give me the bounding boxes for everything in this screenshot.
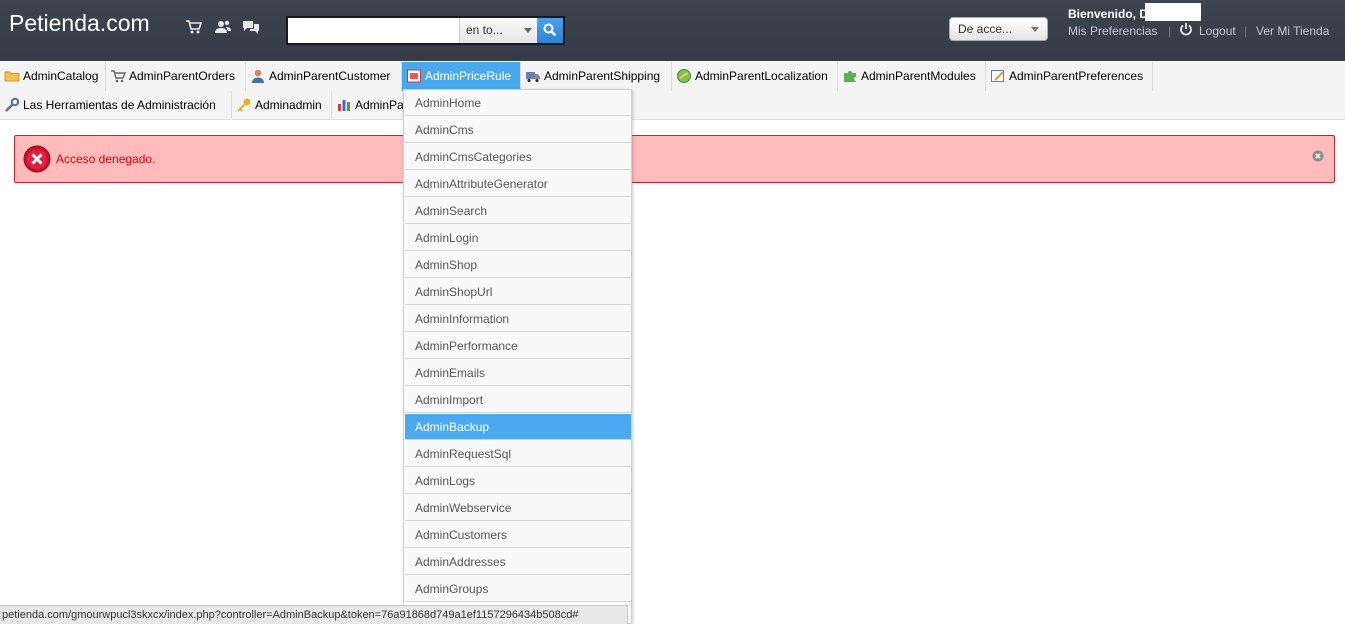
preferences-icon xyxy=(990,68,1006,84)
truck-icon xyxy=(525,68,541,84)
customer-icon xyxy=(250,68,266,84)
price-rule-icon xyxy=(406,68,422,84)
redacted-username xyxy=(1145,3,1201,21)
submenu-item[interactable]: AdminInformation xyxy=(405,306,631,332)
search-input[interactable] xyxy=(288,18,458,43)
error-icon xyxy=(23,145,51,173)
folder-icon xyxy=(4,68,20,84)
view-shop-link[interactable]: Ver Mi Tienda xyxy=(1256,24,1329,38)
submenu-item[interactable]: AdminCustomers xyxy=(405,522,631,548)
submenu-item[interactable]: AdminShopUrl xyxy=(405,279,631,305)
search-icon xyxy=(543,23,557,37)
tab-label: AdminPriceRule xyxy=(425,69,512,83)
submenu-item[interactable]: AdminCms xyxy=(405,117,631,143)
submenu-item[interactable]: AdminWebservice xyxy=(405,495,631,521)
separator: | xyxy=(1168,24,1172,38)
quick-access-select[interactable]: De acce... xyxy=(949,17,1048,41)
submenu-item[interactable]: AdminRequestSql xyxy=(405,441,631,467)
submenu-item[interactable]: AdminBackup xyxy=(405,414,631,440)
search-scope-label: en to... xyxy=(466,23,503,37)
submenu-item[interactable]: AdminHome xyxy=(405,90,631,116)
tab-label: AdminParentOrders xyxy=(129,69,236,83)
tab-label: AdminParentLocalization xyxy=(695,69,828,83)
tab-admin-parent-stats[interactable]: AdminPa xyxy=(332,91,404,120)
tab-admin-catalog[interactable]: AdminCatalog xyxy=(0,62,106,91)
puzzle-icon xyxy=(842,68,858,84)
tab-admin-parent-preferences[interactable]: AdminParentPreferences xyxy=(986,62,1153,91)
key-icon xyxy=(236,97,252,113)
submenu-item[interactable]: AdminAddresses xyxy=(405,549,631,575)
tab-label: AdminParentModules xyxy=(861,69,976,83)
cart-icon[interactable] xyxy=(185,18,203,36)
submenu-item[interactable]: AdminSearch xyxy=(405,198,631,224)
users-icon[interactable] xyxy=(214,18,232,36)
tab-herramientas-administracion[interactable]: Las Herramientas de Administración xyxy=(0,91,232,120)
tab-label: AdminParentCustomer xyxy=(269,69,391,83)
logout-link[interactable]: Logout xyxy=(1199,24,1236,38)
shop-name-logo[interactable]: Petienda.com xyxy=(9,10,150,37)
main-menu-tabs: AdminCatalog AdminParentOrders AdminPare… xyxy=(0,61,1345,120)
preferences-link[interactable]: Mis Preferencias xyxy=(1068,24,1157,38)
separator: | xyxy=(1244,24,1248,38)
chevron-down-icon xyxy=(1031,27,1039,32)
search-box: en to... xyxy=(286,16,565,45)
tab-label: Las Herramientas de Administración xyxy=(23,98,216,112)
error-alert: Acceso denegado. xyxy=(14,135,1335,183)
stats-icon xyxy=(336,97,352,113)
submenu-item[interactable]: AdminShop xyxy=(405,252,631,278)
submenu-item[interactable]: AdminLogs xyxy=(405,468,631,494)
browser-status-bar: petienda.com/gmourwpucl3skxcx/index.php?… xyxy=(0,605,628,624)
tab-admin-parent-localization[interactable]: AdminParentLocalization xyxy=(672,62,838,91)
tab-label: AdminPa xyxy=(355,98,404,112)
messages-icon[interactable] xyxy=(242,18,260,36)
quick-access-label: De acce... xyxy=(958,22,1013,36)
chevron-down-icon xyxy=(524,28,532,33)
submenu-item[interactable]: AdminPerformance xyxy=(405,333,631,359)
price-rule-submenu: AdminHome AdminCms AdminCmsCategories Admin… xyxy=(403,89,632,624)
alert-message: Acceso denegado. xyxy=(56,152,156,166)
submenu-item[interactable]: AdminGroups xyxy=(405,576,631,602)
tab-admin-parent-customer[interactable]: AdminParentCustomer xyxy=(246,62,402,91)
tab-label: AdminParentPreferences xyxy=(1009,69,1144,83)
tab-admin-parent-shipping[interactable]: AdminParentShipping xyxy=(521,62,672,91)
close-icon[interactable] xyxy=(1312,150,1324,162)
search-button[interactable] xyxy=(537,18,563,43)
submenu-item[interactable]: AdminLogin xyxy=(405,225,631,251)
welcome-text: Bienvenido, D xyxy=(1068,7,1149,21)
wrench-icon xyxy=(4,97,20,113)
submenu-item[interactable]: AdminImport xyxy=(405,387,631,413)
globe-icon xyxy=(676,68,692,84)
tab-admin-parent-modules[interactable]: AdminParentModules xyxy=(838,62,986,91)
tab-adminadmin[interactable]: Adminadmin xyxy=(232,91,332,120)
power-icon[interactable] xyxy=(1179,22,1193,36)
submenu-item[interactable]: AdminCmsCategories xyxy=(405,144,631,170)
submenu-item[interactable]: AdminAttributeGenerator xyxy=(405,171,631,197)
cart-icon xyxy=(110,68,126,84)
tab-admin-price-rule[interactable]: AdminPriceRule xyxy=(402,62,521,91)
tab-label: AdminCatalog xyxy=(23,69,99,83)
top-header: Petienda.com en to... De acce... Bienven… xyxy=(0,0,1345,61)
tab-label: Adminadmin xyxy=(255,98,322,112)
tab-label: AdminParentShipping xyxy=(544,69,661,83)
submenu-item[interactable]: AdminEmails xyxy=(405,360,631,386)
tab-admin-parent-orders[interactable]: AdminParentOrders xyxy=(106,62,246,91)
search-scope-select[interactable]: en to... xyxy=(459,18,537,43)
